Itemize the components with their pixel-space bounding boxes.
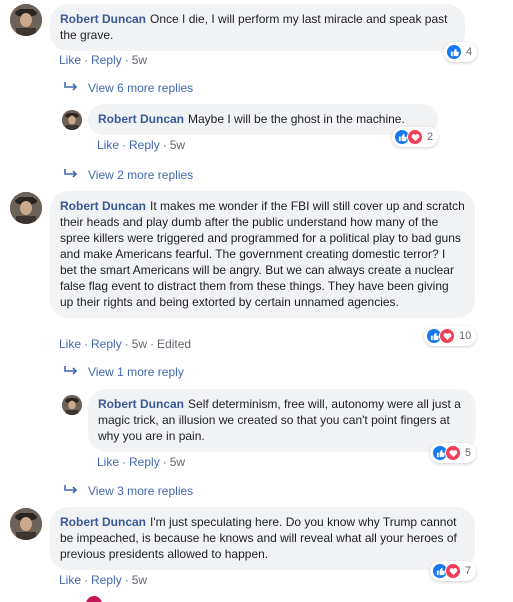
like-button[interactable]: Like bbox=[59, 573, 81, 587]
comment-author[interactable]: Robert Duncan bbox=[60, 12, 146, 26]
love-icon bbox=[445, 563, 461, 579]
comment-bubble: Robert Duncan I'm just speculating here. … bbox=[50, 507, 475, 570]
comment-author[interactable]: Robert Duncan bbox=[98, 112, 184, 126]
avatar[interactable] bbox=[62, 110, 82, 130]
comment-text: It makes me wonder if the FBI will still… bbox=[60, 199, 465, 309]
reply-button[interactable]: Reply bbox=[91, 573, 122, 587]
like-button[interactable]: Like bbox=[59, 53, 81, 67]
reaction-count: 10 bbox=[459, 330, 472, 342]
reply-button[interactable]: Reply bbox=[129, 455, 160, 469]
timestamp[interactable]: 5w bbox=[170, 138, 185, 152]
reply-button[interactable]: Reply bbox=[91, 53, 122, 67]
reply-arrow-icon bbox=[64, 167, 80, 183]
like-button[interactable]: Like bbox=[97, 138, 119, 152]
view-more-replies[interactable]: View 1 more reply bbox=[64, 364, 184, 380]
reaction-summary[interactable]: 10 bbox=[424, 326, 477, 346]
reaction-summary[interactable]: 4 bbox=[444, 42, 478, 62]
view-more-replies[interactable]: View 2 more replies bbox=[64, 167, 193, 183]
timestamp[interactable]: 5w bbox=[132, 573, 147, 587]
reaction-count: 7 bbox=[465, 565, 472, 577]
comment-bubble: Robert Duncan Maybe I will be the ghost i… bbox=[88, 104, 438, 135]
love-icon bbox=[439, 328, 455, 344]
reply-button[interactable]: Reply bbox=[91, 337, 122, 351]
comment-actions: Like · Reply · 5w bbox=[97, 455, 186, 469]
avatar[interactable] bbox=[10, 508, 42, 540]
like-button[interactable]: Like bbox=[97, 455, 119, 469]
comment-author[interactable]: Robert Duncan bbox=[60, 515, 146, 529]
comment-bubble: Robert Duncan Self determinism, free will… bbox=[88, 389, 476, 452]
view-more-label[interactable]: View 2 more replies bbox=[88, 168, 193, 182]
edited-label[interactable]: Edited bbox=[157, 337, 191, 351]
view-more-replies[interactable]: View 6 more replies bbox=[64, 80, 193, 96]
view-more-label[interactable]: View 6 more replies bbox=[88, 81, 193, 95]
reaction-count: 4 bbox=[466, 46, 473, 58]
reaction-count: 5 bbox=[465, 447, 472, 459]
view-more-label[interactable]: View 3 more replies bbox=[88, 484, 193, 498]
like-button[interactable]: Like bbox=[59, 337, 81, 351]
timestamp[interactable]: 5w bbox=[170, 455, 185, 469]
comment-bubble: Robert Duncan It makes me wonder if the F… bbox=[50, 191, 475, 318]
comment-bubble: Robert Duncan Once I die, I will perform … bbox=[50, 4, 465, 51]
reaction-summary[interactable]: 7 bbox=[430, 561, 477, 581]
comment-author[interactable]: Robert Duncan bbox=[98, 397, 184, 411]
reaction-count: 2 bbox=[427, 131, 434, 143]
avatar[interactable] bbox=[10, 192, 42, 224]
comment-author[interactable]: Robert Duncan bbox=[60, 199, 146, 213]
comment-actions: Like · Reply · 5w bbox=[59, 573, 148, 587]
comment-actions: Like · Reply · 5w · Edited bbox=[59, 337, 192, 351]
comment-actions: Like · Reply · 5w bbox=[59, 53, 148, 67]
reply-button[interactable]: Reply bbox=[129, 138, 160, 152]
view-more-label[interactable]: View 1 more reply bbox=[88, 365, 184, 379]
avatar[interactable] bbox=[10, 4, 42, 36]
love-icon bbox=[407, 129, 423, 145]
comment-text: Maybe I will be the ghost in the machine… bbox=[188, 112, 405, 126]
reaction-summary[interactable]: 5 bbox=[430, 443, 477, 463]
reply-arrow-icon bbox=[64, 364, 80, 380]
comment-actions: Like · Reply · 5w bbox=[97, 138, 186, 152]
view-more-replies[interactable]: View 3 more replies bbox=[64, 483, 193, 499]
love-icon bbox=[445, 445, 461, 461]
reply-arrow-icon bbox=[64, 80, 80, 96]
reply-arrow-icon bbox=[64, 483, 80, 499]
timestamp[interactable]: 5w bbox=[132, 53, 147, 67]
timestamp[interactable]: 5w bbox=[132, 337, 147, 351]
avatar[interactable] bbox=[62, 395, 82, 415]
reaction-summary[interactable]: 2 bbox=[392, 127, 439, 147]
avatar[interactable] bbox=[86, 596, 102, 602]
like-icon bbox=[446, 44, 462, 60]
